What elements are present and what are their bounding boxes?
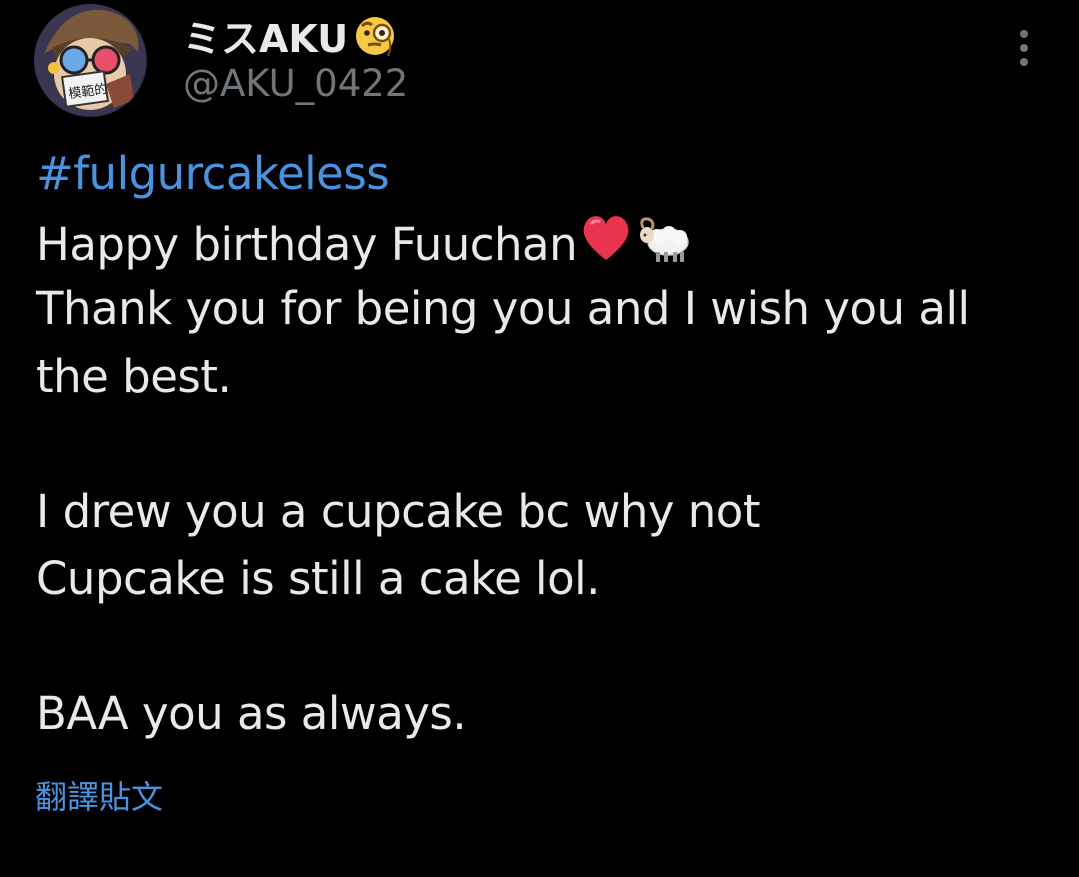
- avatar[interactable]: 模範的: [34, 4, 147, 117]
- hashtag-link[interactable]: #fulgurcakeless: [36, 147, 390, 200]
- ram-emoji-icon: [635, 208, 693, 266]
- post-line-2: Thank you for being you and I wish you a…: [36, 282, 970, 335]
- author-display-name[interactable]: ミスAKU: [183, 12, 398, 61]
- translate-post-link[interactable]: 翻譯貼文: [35, 772, 163, 818]
- post-line-4: I drew you a cupcake bc why not: [36, 484, 760, 538]
- display-name-text: ミスAKU: [183, 16, 349, 61]
- more-options-button[interactable]: [1004, 26, 1044, 70]
- post-text: #fulgurcakeless Happy birthday Fuuchan T…: [36, 140, 1046, 748]
- monocle-face-emoji-icon: [352, 12, 398, 58]
- post-line-5: Cupcake is still a cake lol.: [36, 552, 600, 605]
- post-line-3: the best.: [36, 349, 232, 403]
- red-heart-emoji-icon: [577, 208, 635, 266]
- post-line-1: Happy birthday Fuuchan: [36, 217, 578, 271]
- post-line-6: BAA you as always.: [36, 687, 467, 740]
- more-vertical-icon: [1020, 30, 1028, 66]
- author-handle[interactable]: @AKU_0422: [183, 62, 408, 105]
